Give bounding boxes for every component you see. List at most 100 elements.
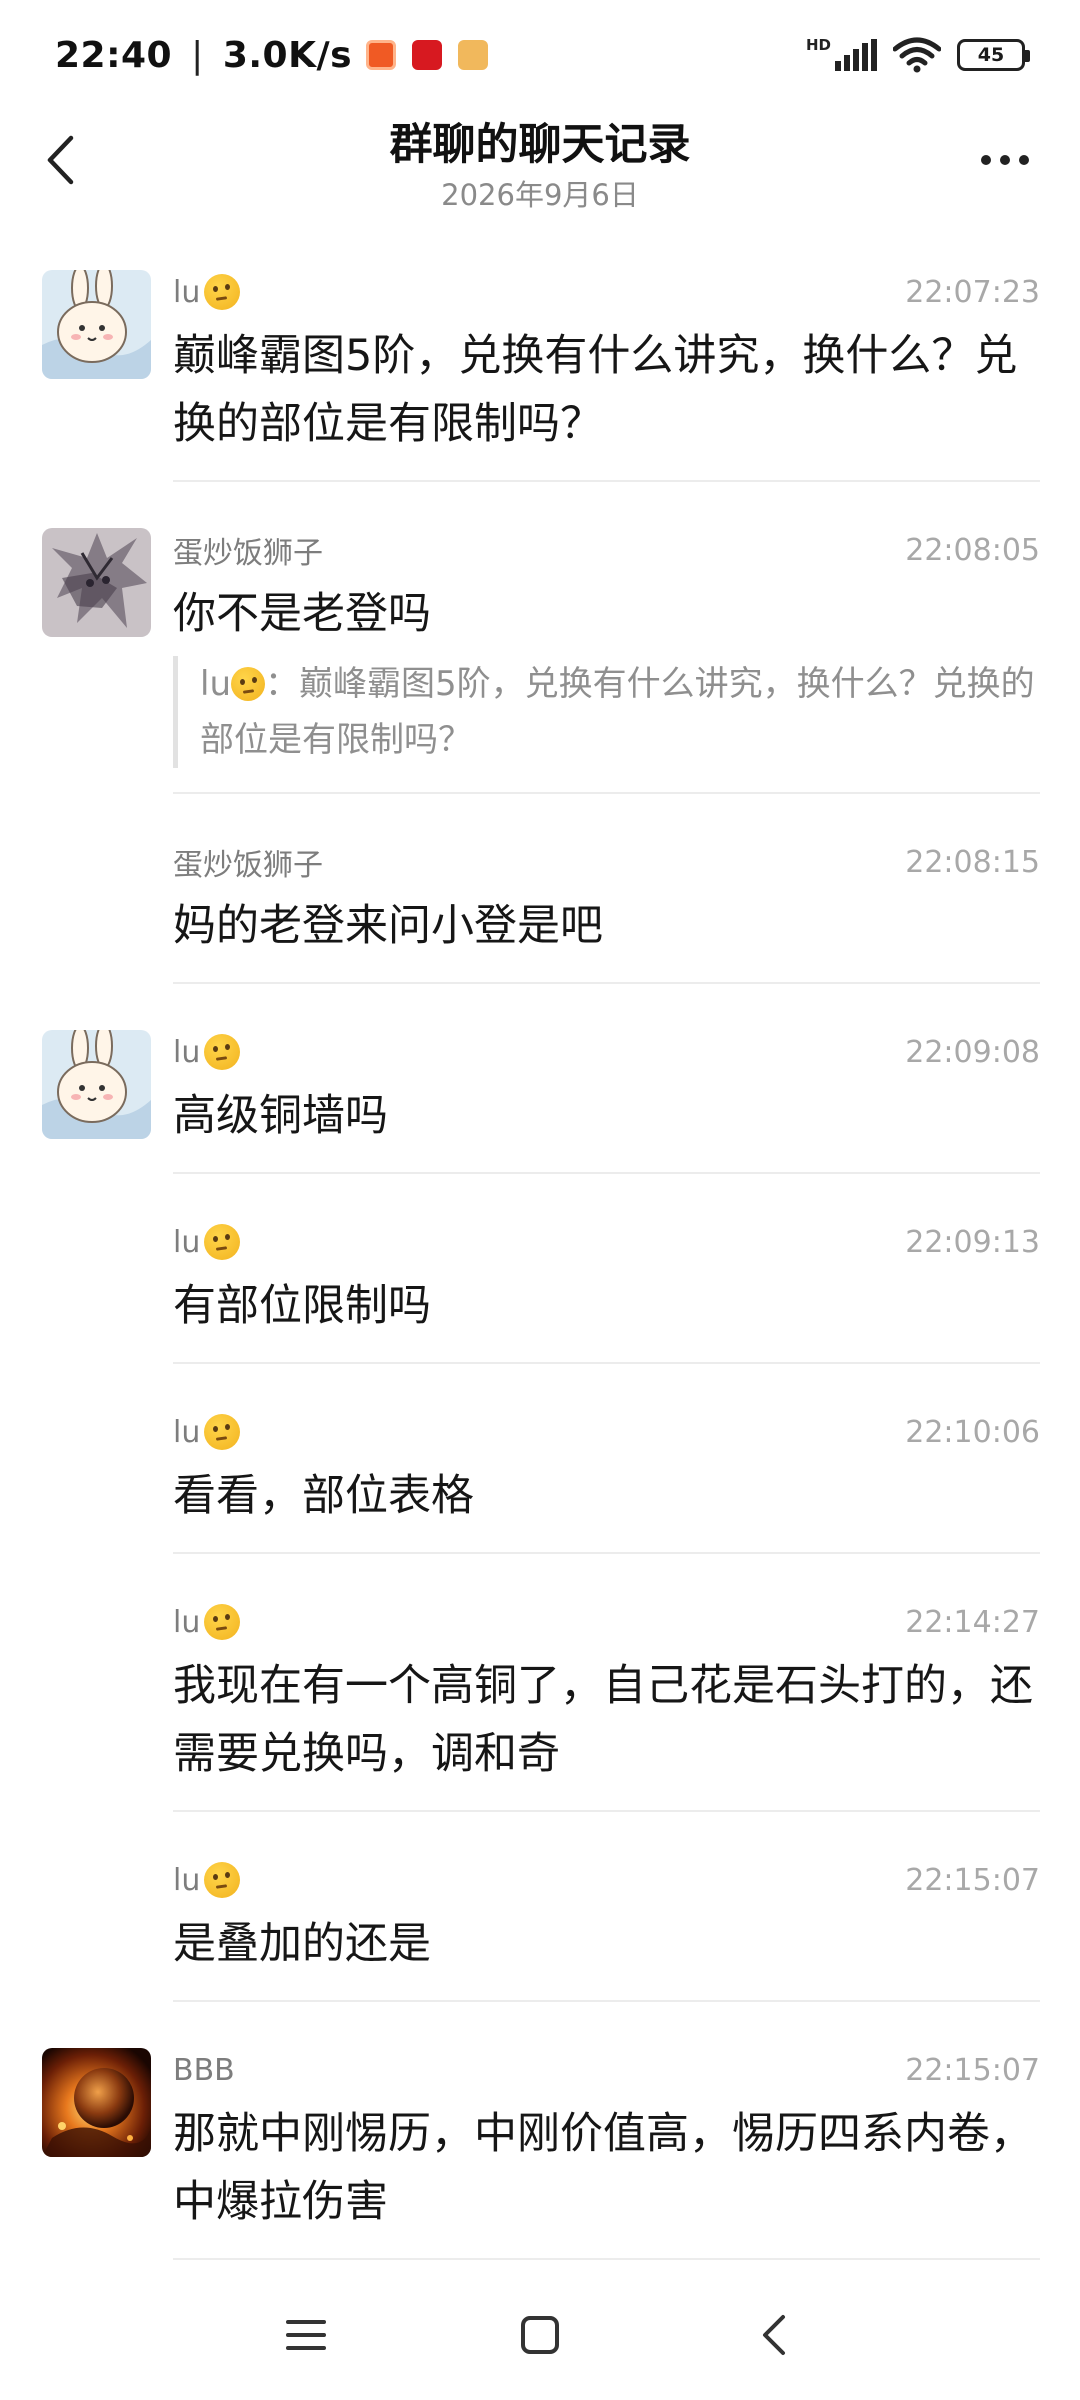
header: 群聊的聊天记录 2026年9月6日 xyxy=(0,110,1080,235)
sender-label: lu xyxy=(173,274,201,310)
dot-icon xyxy=(1000,155,1010,165)
thinking-emoji-icon xyxy=(204,1034,241,1070)
planet-avatar-icon xyxy=(42,2048,151,2157)
divider xyxy=(173,1552,1040,1554)
back-triangle-icon xyxy=(763,2315,785,2355)
dot-icon xyxy=(981,155,991,165)
message-time: 22:14:27 xyxy=(905,1604,1040,1640)
quoted-message[interactable]: lu ：巅峰霸图5阶，兑换有什么讲究，换什么？兑换的部位是有限制吗？ xyxy=(173,656,1040,768)
avatar[interactable] xyxy=(42,528,151,637)
sender-label: lu xyxy=(173,1862,201,1898)
system-back-button[interactable] xyxy=(657,2295,891,2375)
message-item[interactable]: 蛋炒饭狮子 22:08:15 妈的老登来问小登是吧 xyxy=(0,832,1080,984)
avatar[interactable] xyxy=(42,270,151,379)
battery-icon: 45 xyxy=(957,39,1030,71)
message-text[interactable]: 你不是老登吗 xyxy=(173,580,1040,666)
menu-icon xyxy=(286,2320,326,2350)
bunny-avatar-icon xyxy=(42,270,151,379)
bunny-avatar-icon xyxy=(42,1030,151,1139)
sender-label: lu xyxy=(173,1034,201,1070)
thinking-emoji-icon xyxy=(204,274,241,310)
status-bar: 22:40 | 3.0K/s HD 45 xyxy=(0,0,1080,110)
quote-sender: lu xyxy=(200,664,231,704)
sender-name: lu xyxy=(173,1862,241,1898)
app-notification-icon xyxy=(458,40,489,70)
page-date: 2026年9月6日 xyxy=(441,178,639,212)
message-text[interactable]: 妈的老登来问小登是吧 xyxy=(173,892,1040,982)
divider xyxy=(173,792,1040,794)
separator: | xyxy=(191,34,204,76)
sender-label: lu xyxy=(173,1604,201,1640)
battery-level: 45 xyxy=(977,44,1005,66)
avatar[interactable] xyxy=(42,2048,151,2157)
app-notification-icon xyxy=(366,40,397,70)
status-time: 22:40 | 3.0K/s xyxy=(55,35,352,76)
sender-label: lu xyxy=(173,1224,201,1260)
thinking-emoji-icon xyxy=(204,1862,241,1898)
message-item[interactable]: lu 22:14:27 我现在有一个高铜了，自己花是石头打的，还需要兑换吗，调和… xyxy=(0,1592,1080,1812)
sender-name: 蛋炒饭狮子 xyxy=(173,536,323,571)
lion-avatar-icon xyxy=(42,528,151,637)
message-time: 22:07:23 xyxy=(905,274,1040,310)
divider xyxy=(173,1172,1040,1174)
avatar[interactable] xyxy=(42,1030,151,1139)
quote-colon: ： xyxy=(265,664,299,704)
menu-button[interactable] xyxy=(189,2295,423,2375)
divider xyxy=(173,982,1040,984)
message-list[interactable]: lu 22:07:23 巅峰霸图5阶，兑换有什么讲究，换什么？兑换的部位是有限制… xyxy=(0,262,1080,2298)
system-nav-bar xyxy=(0,2270,1080,2400)
message-item[interactable]: lu 22:07:23 巅峰霸图5阶，兑换有什么讲究，换什么？兑换的部位是有限制… xyxy=(0,262,1080,482)
message-time: 22:09:08 xyxy=(905,1034,1040,1070)
message-text[interactable]: 巅峰霸图5阶，兑换有什么讲究，换什么？兑换的部位是有限制吗？ xyxy=(173,322,1040,480)
message-item[interactable]: 蛋炒饭狮子 22:08:05 你不是老登吗 lu ：巅峰霸图5阶，兑换有什么讲究，… xyxy=(0,520,1080,794)
page-title: 群聊的聊天记录 xyxy=(389,120,691,170)
message-time: 22:10:06 xyxy=(905,1414,1040,1450)
message-item[interactable]: lu 22:10:06 看看，部位表格 xyxy=(0,1402,1080,1554)
sender-name: lu xyxy=(173,1224,241,1260)
app-notification-icon xyxy=(412,40,443,70)
message-text[interactable]: 有部位限制吗 xyxy=(173,1272,1040,1362)
divider xyxy=(173,2000,1040,2002)
thinking-emoji-icon xyxy=(231,667,265,701)
sender-name: 蛋炒饭狮子 xyxy=(173,848,323,883)
divider xyxy=(173,480,1040,482)
thinking-emoji-icon xyxy=(204,1414,241,1450)
message-text[interactable]: 看看，部位表格 xyxy=(173,1462,1040,1552)
message-text[interactable]: 那就中刚惕历，中刚价值高，惕历四系内卷，中爆拉伤害 xyxy=(173,2100,1040,2258)
sender-name: lu xyxy=(173,1034,241,1070)
wifi-icon xyxy=(893,37,941,73)
divider xyxy=(173,1810,1040,1812)
message-time: 22:09:13 xyxy=(905,1224,1040,1260)
sender-name: lu xyxy=(173,1414,241,1450)
message-time: 22:08:15 xyxy=(905,844,1040,880)
signal-icon xyxy=(835,39,877,71)
message-item[interactable]: BBB 22:15:07 那就中刚惕历，中刚价值高，惕历四系内卷，中爆拉伤害 xyxy=(0,2040,1080,2260)
divider xyxy=(173,1362,1040,1364)
home-square-icon xyxy=(521,2316,559,2354)
sender-name: BBB xyxy=(173,2052,235,2088)
message-item[interactable]: lu 22:15:07 是叠加的还是 xyxy=(0,1850,1080,2002)
dot-icon xyxy=(1019,155,1029,165)
thinking-emoji-icon xyxy=(204,1604,241,1640)
net-speed: 3.0K/s xyxy=(222,34,353,76)
divider xyxy=(173,2258,1040,2260)
status-right: HD 45 xyxy=(805,36,1030,73)
message-text[interactable]: 我现在有一个高铜了，自己花是石头打的，还需要兑换吗，调和奇 xyxy=(173,1652,1040,1810)
message-item[interactable]: lu 22:09:08 高级铜墙吗 xyxy=(0,1022,1080,1174)
quote-text: 巅峰霸图5阶，兑换有什么讲究，换什么？兑换的部位是有限制吗？ xyxy=(200,664,1035,760)
message-time: 22:08:05 xyxy=(905,532,1040,568)
hd-badge: HD xyxy=(805,36,831,54)
message-item[interactable]: lu 22:09:13 有部位限制吗 xyxy=(0,1212,1080,1364)
notification-icons xyxy=(366,40,489,70)
sender-name: lu xyxy=(173,274,241,310)
sender-label: lu xyxy=(173,1414,201,1450)
message-time: 22:15:07 xyxy=(905,1862,1040,1898)
message-text[interactable]: 高级铜墙吗 xyxy=(173,1082,1040,1172)
sender-name: lu xyxy=(173,1604,241,1640)
message-text[interactable]: 是叠加的还是 xyxy=(173,1910,1040,2000)
message-time: 22:15:07 xyxy=(905,2052,1040,2088)
home-button[interactable] xyxy=(423,2295,657,2375)
thinking-emoji-icon xyxy=(204,1224,241,1260)
more-button[interactable] xyxy=(970,140,1040,180)
clock: 22:40 xyxy=(55,34,173,76)
